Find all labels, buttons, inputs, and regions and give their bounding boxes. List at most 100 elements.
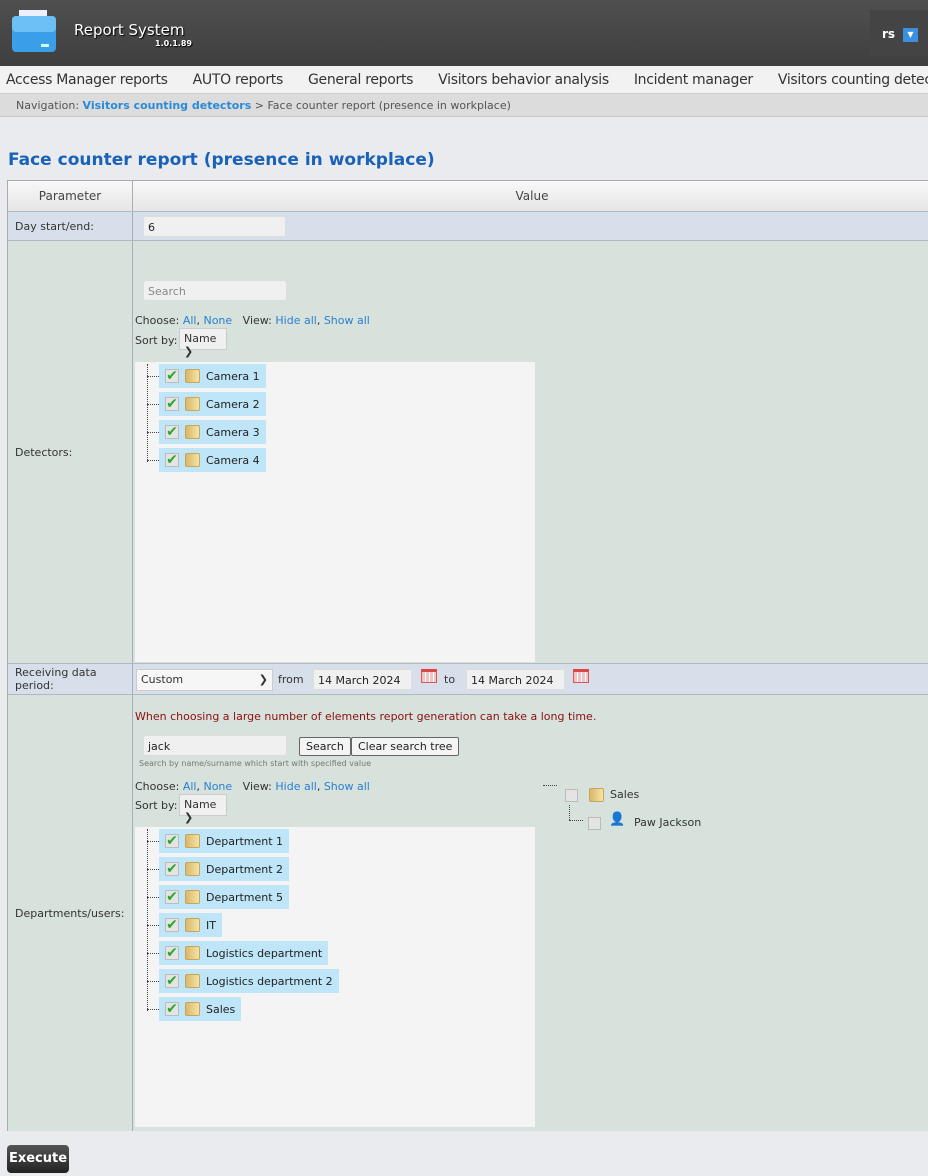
sort-by-label: Sort by: [135, 334, 178, 347]
checked-checkbox-icon[interactable]: ✔ [165, 946, 179, 960]
departments-row: Departments/users: When choosing a large… [8, 695, 928, 1131]
tree-node[interactable]: ✔ Camera 4 [159, 448, 266, 472]
tree-node[interactable]: ✔ Camera 3 [159, 420, 266, 444]
tree-node-label: Sales [206, 1002, 236, 1016]
user-menu[interactable]: rs ▼ [870, 10, 928, 56]
tree-node-label: Camera 4 [206, 453, 260, 467]
department-sort-select[interactable]: Name ❯ [179, 794, 227, 824]
checked-checkbox-icon[interactable]: ✔ [165, 890, 179, 904]
tree-node-label: Camera 2 [206, 397, 260, 411]
tree-node[interactable]: ✔ Sales [159, 997, 242, 1021]
checked-checkbox-icon[interactable]: ✔ [165, 369, 179, 383]
detector-sort-select[interactable]: Name ❯ [179, 328, 227, 358]
search-button[interactable]: Search [299, 737, 351, 756]
tree-node[interactable]: ✔ Department 2 [159, 857, 290, 881]
breadcrumb-link[interactable]: Visitors counting detectors [83, 99, 252, 112]
hide-all-link[interactable]: Hide all [275, 780, 316, 793]
period-type-select[interactable]: Custom ❯ [136, 669, 273, 691]
tree-node-label: Logistics department 2 [206, 974, 333, 988]
main-menu: Access Manager reports AUTO reports Genera… [0, 66, 928, 94]
tree-node[interactable]: ✔ Logistics department [159, 941, 329, 965]
checked-checkbox-icon[interactable]: ✔ [165, 834, 179, 848]
view-label: View: [242, 314, 272, 327]
menu-incident-manager[interactable]: Incident manager [628, 66, 753, 88]
menu-visitors-counting-detectors[interactable]: Visitors counting detectors [772, 66, 928, 88]
departments-label: Departments/users: [8, 695, 133, 1131]
app-title: Report System [74, 21, 185, 39]
calendar-icon[interactable] [573, 669, 589, 683]
breadcrumb-separator: > [254, 99, 264, 112]
tree-node-label: Camera 3 [206, 425, 260, 439]
user-icon: 👤 [609, 812, 626, 827]
detectors-row: Detectors: Search Choose: All, None View… [8, 241, 928, 664]
folder-icon [185, 918, 200, 932]
app-logo-icon [11, 8, 57, 54]
search-result-group[interactable]: Sales [610, 788, 639, 801]
tree-node[interactable]: ✔ Department 1 [159, 829, 290, 853]
view-label: View: [242, 780, 272, 793]
from-date-input[interactable]: 14 March 2024 [313, 669, 412, 690]
choose-none-link[interactable]: None [203, 314, 232, 327]
department-search-input[interactable]: jack [143, 735, 287, 756]
tree-node-label: Department 5 [206, 890, 284, 904]
day-row: Day start/end: 6 [8, 212, 928, 241]
folder-icon [185, 397, 200, 411]
execute-button[interactable]: Execute [7, 1145, 69, 1173]
show-all-link[interactable]: Show all [324, 314, 370, 327]
hide-all-link[interactable]: Hide all [275, 314, 316, 327]
search-hint: Search by name/surname which start with … [139, 759, 372, 768]
folder-icon [185, 369, 200, 383]
checked-checkbox-icon[interactable]: ✔ [165, 453, 179, 467]
to-date-input[interactable]: 14 March 2024 [466, 669, 565, 690]
app-version: 1.0.1.89 [155, 39, 192, 48]
folder-icon [185, 946, 200, 960]
clear-search-tree-button[interactable]: Clear search tree [351, 737, 460, 756]
menu-visitors-behavior-analysis[interactable]: Visitors behavior analysis [432, 66, 609, 88]
folder-icon [185, 1002, 200, 1016]
menu-access-manager-reports[interactable]: Access Manager reports [0, 66, 168, 88]
page-title: Face counter report (presence in workpla… [8, 150, 435, 170]
checked-checkbox-icon[interactable]: ✔ [165, 918, 179, 932]
breadcrumb: Navigation: Visitors counting detectors … [0, 94, 928, 117]
choose-label: Choose: [135, 314, 180, 327]
folder-icon [185, 425, 200, 439]
choose-label: Choose: [135, 780, 180, 793]
tree-node[interactable]: ✔ Camera 2 [159, 392, 266, 416]
choose-all-link[interactable]: All [183, 314, 197, 327]
checked-checkbox-icon[interactable]: ✔ [165, 425, 179, 439]
tree-node[interactable]: ✔ Department 5 [159, 885, 290, 909]
checked-checkbox-icon[interactable]: ✔ [165, 397, 179, 411]
department-choose-bar: Choose: All, None View: Hide all, Show a… [135, 780, 370, 793]
menu-auto-reports[interactable]: AUTO reports [187, 66, 284, 88]
tree-node[interactable]: ✔ IT [159, 913, 222, 937]
choose-all-link[interactable]: All [183, 780, 197, 793]
menu-general-reports[interactable]: General reports [302, 66, 413, 88]
checked-checkbox-icon[interactable]: ✔ [165, 974, 179, 988]
detector-tree[interactable]: ✔ Camera 1 ✔ Camera 2 ✔ Camera 3 ✔ Camer… [135, 362, 535, 662]
tree-node-label: Department 1 [206, 834, 284, 848]
breadcrumb-label: Navigation: [16, 99, 80, 112]
tree-node-label: Department 2 [206, 862, 284, 876]
day-label: Day start/end: [8, 212, 133, 240]
tree-node-label: Logistics department [206, 946, 323, 960]
breadcrumb-current: Face counter report (presence in workpla… [267, 99, 511, 112]
user-name: rs [882, 27, 896, 41]
search-result-group-checkbox[interactable] [565, 789, 578, 802]
checked-checkbox-icon[interactable]: ✔ [165, 1002, 179, 1016]
search-result-user[interactable]: Paw Jackson [634, 816, 701, 829]
from-label: from [278, 673, 304, 686]
detector-choose-bar: Choose: All, None View: Hide all, Show a… [135, 314, 370, 327]
app-header: Report System 1.0.1.89 rs ▼ [0, 0, 928, 66]
checked-checkbox-icon[interactable]: ✔ [165, 862, 179, 876]
tree-node[interactable]: ✔ Camera 1 [159, 364, 266, 388]
search-result-user-checkbox[interactable] [588, 817, 601, 830]
tree-node[interactable]: ✔ Logistics department 2 [159, 969, 339, 993]
day-start-input[interactable]: 6 [143, 216, 286, 237]
folder-icon [185, 834, 200, 848]
show-all-link[interactable]: Show all [324, 780, 370, 793]
calendar-icon[interactable] [421, 669, 437, 683]
choose-none-link[interactable]: None [203, 780, 232, 793]
department-tree[interactable]: ✔ Department 1 ✔ Department 2 ✔ Departme… [135, 827, 535, 1127]
dropdown-arrow-icon[interactable]: ▼ [903, 28, 918, 42]
detector-search-input[interactable]: Search [143, 280, 287, 301]
